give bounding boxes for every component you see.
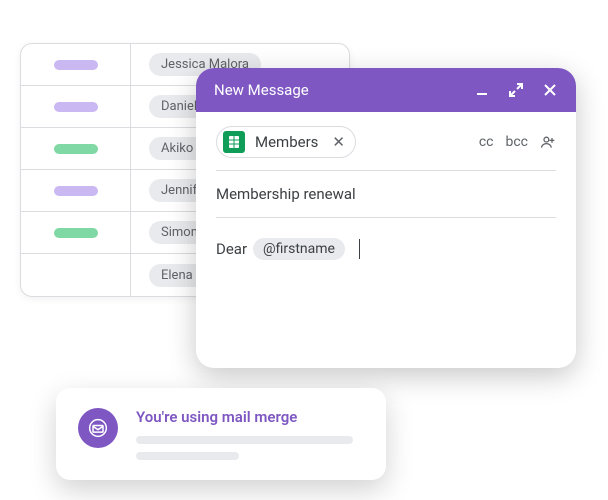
toast-title: You're using mail merge bbox=[136, 408, 364, 426]
body-input[interactable]: Dear @firstname bbox=[216, 218, 556, 260]
status-capsule bbox=[54, 60, 98, 70]
sheets-icon bbox=[223, 131, 245, 153]
merge-field-chip[interactable]: @firstname bbox=[253, 238, 345, 260]
expand-icon[interactable] bbox=[508, 82, 524, 98]
status-capsule bbox=[54, 228, 98, 238]
chip-remove-icon[interactable]: ✕ bbox=[332, 133, 345, 151]
cc-button[interactable]: cc bbox=[479, 134, 494, 150]
toast-body: You're using mail merge bbox=[136, 408, 364, 460]
status-cell bbox=[21, 170, 131, 211]
status-cell bbox=[21, 128, 131, 169]
recipient-chip[interactable]: Members ✕ bbox=[216, 126, 356, 158]
compose-title: New Message bbox=[214, 81, 309, 99]
status-capsule bbox=[54, 102, 98, 112]
chip-label: Members bbox=[255, 133, 318, 151]
minimize-icon[interactable] bbox=[474, 82, 490, 98]
skeleton-line bbox=[136, 436, 353, 444]
skeleton-line bbox=[136, 452, 239, 460]
text-cursor bbox=[359, 239, 360, 259]
status-cell bbox=[21, 44, 131, 85]
mail-merge-toast: You're using mail merge bbox=[56, 388, 386, 480]
header-icons bbox=[474, 82, 558, 98]
bcc-button[interactable]: bcc bbox=[505, 134, 528, 150]
status-cell bbox=[21, 86, 131, 127]
close-icon[interactable] bbox=[542, 82, 558, 98]
status-capsule bbox=[54, 186, 98, 196]
compose-body: Members ✕ cc bcc Membership renewal Dear… bbox=[196, 112, 576, 368]
status-capsule bbox=[54, 144, 98, 154]
to-row[interactable]: Members ✕ cc bcc bbox=[216, 126, 556, 171]
cc-bcc-group: cc bcc bbox=[479, 134, 556, 150]
compose-header: New Message bbox=[196, 68, 576, 112]
compose-window: New Message bbox=[196, 68, 576, 368]
status-cell bbox=[21, 254, 131, 296]
mail-merge-badge bbox=[78, 408, 118, 448]
subject-input[interactable]: Membership renewal bbox=[216, 171, 556, 218]
greeting-text: Dear bbox=[216, 240, 247, 258]
add-recipient-icon[interactable] bbox=[540, 134, 556, 150]
status-cell bbox=[21, 212, 131, 253]
